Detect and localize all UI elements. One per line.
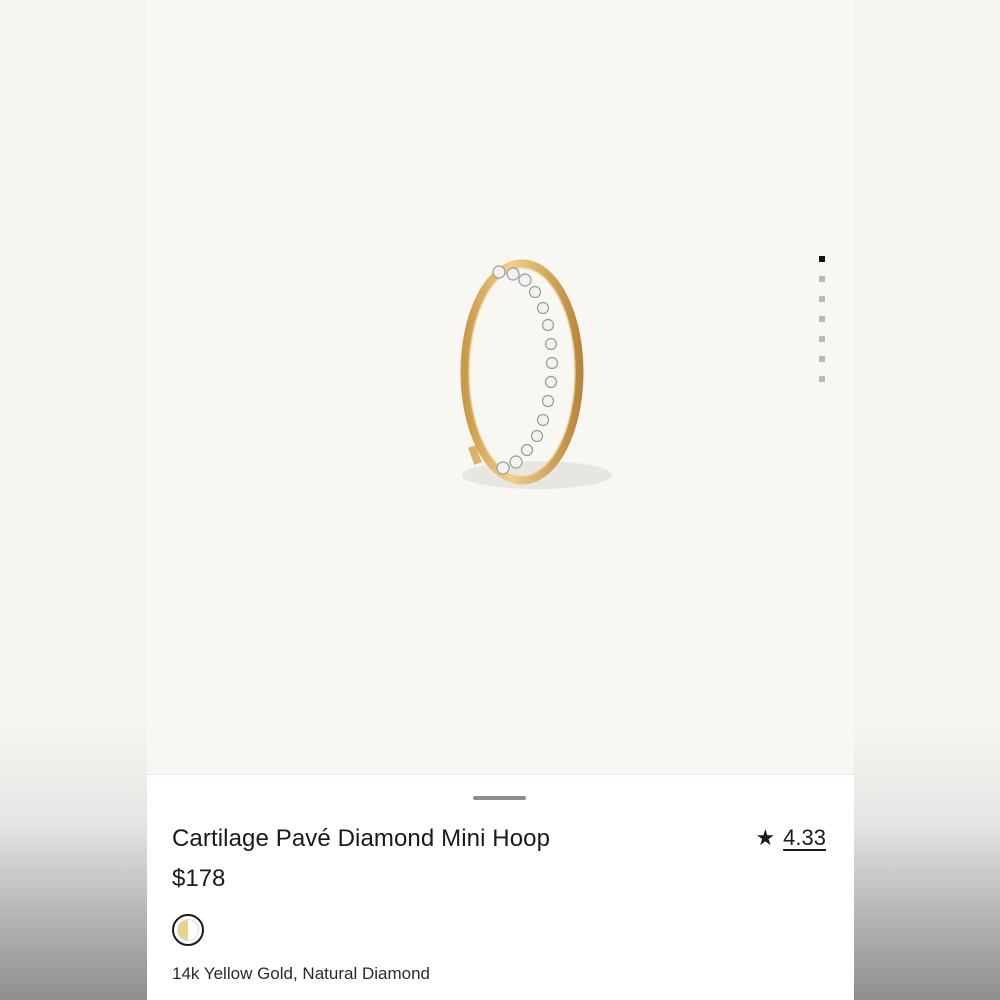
pager-dot-active[interactable] (819, 256, 825, 262)
pager-dot[interactable] (819, 336, 825, 342)
swatch-fill (177, 919, 199, 941)
color-swatch-yellow-gold[interactable] (172, 914, 204, 946)
product-image-carousel[interactable] (147, 0, 854, 774)
pager-dot[interactable] (819, 316, 825, 322)
backdrop-right (854, 0, 1000, 1000)
carousel-pager (819, 256, 827, 396)
pager-dot[interactable] (819, 296, 825, 302)
backdrop-left (0, 0, 147, 1000)
star-icon: ★ (755, 825, 776, 850)
product-screen: Cartilage Pavé Diamond Mini Hoop ★ 4.33 … (147, 0, 854, 1000)
rating-value[interactable]: 4.33 (783, 825, 826, 851)
pager-dot[interactable] (819, 356, 825, 362)
material-description: 14k Yellow Gold, Natural Diamond (172, 964, 430, 983)
product-title: Cartilage Pavé Diamond Mini Hoop (172, 825, 551, 852)
sheet-drag-handle[interactable] (473, 796, 526, 800)
product-image (460, 259, 612, 489)
pager-dot[interactable] (819, 276, 825, 282)
product-details-sheet: Cartilage Pavé Diamond Mini Hoop ★ 4.33 … (147, 774, 854, 1000)
product-price: $178 (172, 865, 226, 892)
product-rating[interactable]: ★ 4.33 (755, 825, 826, 851)
pager-dot[interactable] (819, 376, 825, 382)
